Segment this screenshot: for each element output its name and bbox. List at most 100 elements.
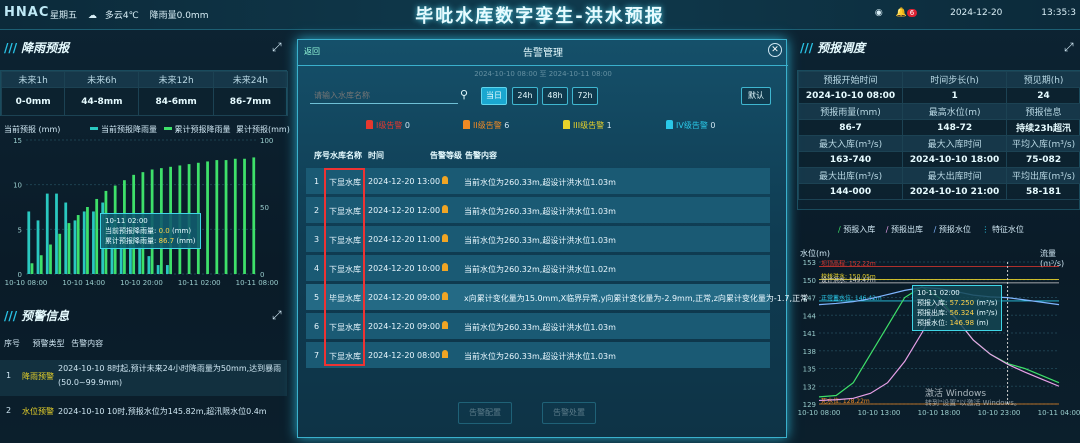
flow-tip-unit: (m³/s) [976, 309, 998, 317]
d-h: 时间步长(h) [902, 71, 1008, 88]
alarm-handle-button[interactable]: 告警处置 [542, 402, 596, 424]
level-2[interactable]: II级告警 6 [463, 120, 509, 131]
row-time: 2024-12-20 10:00 [368, 264, 441, 273]
user-icon[interactable]: ◉ [875, 8, 883, 18]
rain-tip-unit1: (mm) [171, 227, 192, 235]
rain-tip-acc-label: 累计预报降雨量: [105, 237, 157, 245]
x-tick-label: 10-10 13:00 [858, 409, 901, 417]
expand-icon[interactable]: ⤢ [272, 40, 282, 55]
rain-tip-cur-label: 当前预报降雨量: [105, 227, 157, 235]
level-4[interactable]: IV级告警 0 [666, 120, 715, 131]
rain-tip-acc-val: 86.7 [158, 237, 175, 245]
level-3[interactable]: III级告警 1 [563, 120, 612, 131]
y-tick-label: 141 [803, 330, 816, 338]
flow-tip-time: 10-11 02:00 [917, 289, 960, 297]
bar-accum [67, 223, 71, 274]
notification-badge: 6 [906, 9, 918, 17]
bar-current [73, 220, 77, 274]
expand-icon-3[interactable]: ⤢ [1064, 40, 1074, 55]
alarm-config-button[interactable]: 告警配置 [458, 402, 512, 424]
level-3-count: 1 [606, 121, 612, 130]
modal-subtitle: 2024-10-10 08:00 至 2024-10-11 08:00 [474, 70, 612, 78]
row-no: 6 [314, 322, 320, 331]
alarm-row[interactable]: 2 下显水库 2024-12-20 12:00 当前水位为260.33m,超设计洪水位… [306, 197, 770, 223]
level-1-label: I级告警 [376, 121, 403, 130]
search-input[interactable] [310, 88, 458, 104]
d-h: 预见期(h) [1006, 71, 1080, 88]
row-time: 2024-12-20 11:00 [368, 235, 441, 244]
dispatch-legend: ∕ 预报入库 ∕ 预报出库 ∕ 预报水位 ⋮ 特征水位 [838, 224, 1024, 235]
alarm-modal: 返回 告警管理 ✕ 2024-10-10 08:00 至 2024-10-11 … [297, 39, 808, 438]
flow-tip-out-label: 预报出库: [917, 309, 948, 317]
d-v: 144-000 [797, 183, 904, 200]
row-reservoir: 下显水库 [329, 352, 361, 361]
row-content: 当前水位为260.33m,超设计洪水位1.03m [464, 352, 616, 361]
search-icon[interactable]: ⚲ [460, 88, 468, 101]
alarm-row[interactable]: 3 下显水库 2024-12-20 11:00 当前水位为260.33m,超设计洪水位… [306, 226, 770, 252]
level-icon: ∕ [933, 225, 937, 234]
bar-accum [252, 157, 256, 274]
row-content: 当前水位为260.33m,超设计洪水位1.03m [464, 323, 616, 332]
close-icon[interactable]: ✕ [768, 43, 782, 57]
bar-accum [243, 158, 246, 274]
rain-tip-unit2: (mm) [176, 237, 196, 245]
rain-tooltip: 10-11 02:00 当前预报降雨量: 0.0 (mm) 累计预报降雨量: 8… [100, 213, 201, 249]
warning-content: 2024-10-10 10时,预报水位为145.82m,超汛限水位0.4m [58, 407, 267, 416]
warning-row-1[interactable]: 1 降雨预警 2024-10-10 8时起,预计未来24小时降雨量为50mm,达… [0, 360, 287, 396]
alarm-bell-icon [442, 292, 448, 300]
row-reservoir: 下显水库 [329, 265, 361, 274]
val-6h: 44-8mm [64, 87, 140, 116]
legend-level[interactable]: 预报水位 [939, 225, 971, 234]
alarm-bell-icon [442, 350, 448, 358]
flow-tooltip: 10-11 02:00 预报入库: 57.250 (m³/s) 预报出库: 56… [912, 285, 1003, 331]
bar-current [138, 247, 142, 274]
bell-icon[interactable]: 🔔 [896, 8, 907, 18]
expand-icon-2[interactable]: ⤢ [272, 308, 282, 323]
legend-outflow[interactable]: 预报出库 [891, 225, 923, 234]
x-tick-label: 10-11 08:00 [236, 279, 279, 287]
x-tick-label: 10-10 08:00 [798, 409, 841, 417]
flow-tip-out: 预报出库: 56.324 (m³/s) [917, 308, 997, 318]
warning-content: 2024-10-10 8时起,预计未来24小时降雨量为50mm,达到暴雨(50.… [58, 364, 282, 387]
legend-accum: 累计预报降雨量 [174, 125, 231, 134]
rainfall: 降雨量0.0mm [149, 11, 209, 21]
alarm-row[interactable]: 7 下显水库 2024-12-20 08:00 当前水位为260.33m,超设计洪水位… [306, 342, 770, 368]
d-v: 1 [902, 87, 1008, 104]
alarm-bell-icon [442, 234, 448, 242]
warning-type: 水位预警 [22, 407, 54, 416]
row-time: 2024-12-20 13:00 [368, 177, 441, 186]
row-reservoir: 下显水库 [329, 178, 361, 187]
default-button[interactable]: 默认 [741, 87, 771, 105]
y-tick-label: 15 [13, 137, 22, 145]
d-v: 163-740 [797, 151, 904, 168]
legend-current: 当前预报降雨量 [101, 125, 157, 134]
row-time: 2024-12-20 09:00 [368, 293, 441, 302]
feature-label: 设计洪水: 149.47m [821, 276, 876, 284]
y-tick-label: 5 [18, 226, 22, 234]
legend-feature[interactable]: 特征水位 [992, 225, 1024, 234]
th-level: 告警等级 [430, 151, 462, 160]
filter-48h-button[interactable]: 48h [542, 87, 568, 105]
row-content: 当前水位为260.32m,超设计洪水位1.02m [464, 265, 616, 274]
row-content: 当前水位为260.33m,超设计洪水位1.03m [464, 236, 616, 245]
current-date: 2024-12-20 [950, 8, 1003, 18]
alarm-row[interactable]: 1 下显水库 2024-12-20 13:00 当前水位为260.33m,超设计洪水位… [306, 168, 770, 194]
d-v: 24 [1006, 87, 1080, 104]
level-1[interactable]: I级告警 0 [366, 120, 410, 131]
filter-72h-button[interactable]: 72h [572, 87, 598, 105]
filter-today-button[interactable]: 当日 [481, 87, 507, 105]
alarm-row[interactable]: 4 下显水库 2024-12-20 10:00 当前水位为260.32m,超设计洪水位… [306, 255, 770, 281]
d-v: 58-181 [1006, 183, 1080, 200]
bar-accum [86, 207, 89, 274]
row-content: x向累计变化量为15.0mm,X临界异常,y向累计变化量为-2.9mm,正常,z… [464, 294, 809, 303]
alarm-row[interactable]: 5 毕显水库 2024-12-20 09:00 x向累计变化量为15.0mm,X临界异… [306, 284, 808, 310]
warning-row-2[interactable]: 2 水位预警 2024-10-10 10时,预报水位为145.82m,超汛限水位… [0, 402, 287, 422]
th-content: 告警内容 [465, 151, 497, 160]
warning-header: 序号 预警类型 告警内容 [4, 338, 103, 349]
alarm-bell-icon [442, 176, 448, 184]
warning-type: 降雨预警 [22, 372, 54, 381]
legend-inflow[interactable]: 预报入库 [843, 225, 875, 234]
filter-24h-button[interactable]: 24h [512, 87, 538, 105]
flow-tip-in-val: 57.250 [949, 299, 975, 307]
alarm-row[interactable]: 6 下显水库 2024-12-20 09:00 当前水位为260.33m,超设计洪水位… [306, 313, 770, 339]
